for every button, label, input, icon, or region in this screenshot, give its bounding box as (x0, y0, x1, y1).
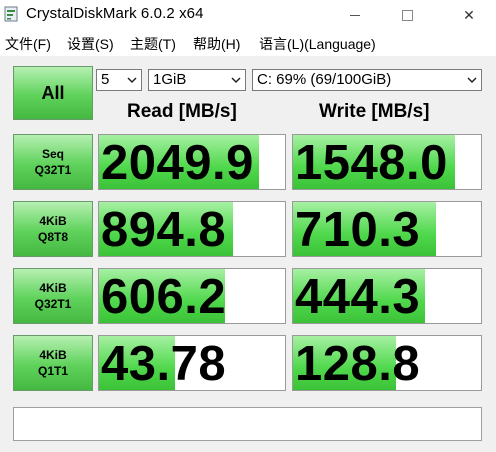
test-label-line1: 4KiB (39, 214, 67, 228)
menu-settings[interactable]: 设置(S) (67, 34, 114, 54)
read-result-value: 894.8 (101, 203, 227, 257)
read-result-value: 43.78 (101, 337, 227, 391)
window-title: CrystalDiskMark 6.0.2 x64 (26, 5, 204, 22)
write-result-cell: 1548.0 (292, 134, 482, 190)
menu-help[interactable]: 帮助(H) (193, 34, 240, 54)
all-tests-label: All (41, 82, 65, 103)
minimize-icon (350, 14, 360, 16)
close-button[interactable]: ✕ (446, 0, 492, 30)
test-button-4kib-q32t1[interactable]: 4KiB Q32T1 (13, 268, 93, 324)
menu-file[interactable]: 文件(F) (5, 34, 51, 54)
read-column-header: Read [MB/s] (127, 101, 237, 122)
test-label-line2: Q32T1 (34, 297, 72, 311)
write-result-cell: 444.3 (292, 268, 482, 324)
read-result-cell: 894.8 (98, 201, 286, 257)
menu-theme[interactable]: 主题(T) (130, 34, 176, 54)
menu-language[interactable]: 语言(L)(Language) (259, 34, 376, 54)
read-result-cell: 2049.9 (98, 134, 286, 190)
write-result-value: 710.3 (295, 203, 421, 257)
write-result-value: 128.8 (295, 337, 421, 391)
test-button-4kib-q8t8[interactable]: 4KiB Q8T8 (13, 201, 93, 257)
test-size-select[interactable]: 1GiB (148, 69, 246, 91)
test-label-line1: Seq (41, 147, 64, 161)
test-label-line1: 4KiB (39, 281, 67, 295)
all-tests-button[interactable]: All (13, 66, 93, 120)
menu-bar: 文件(F) 设置(S) 主题(T) 帮助(H) 语言(L)(Language) (0, 30, 496, 56)
maximize-button[interactable] (384, 0, 430, 30)
test-count-select[interactable]: 5 (96, 69, 142, 91)
test-label-line2: Q8T8 (37, 230, 68, 244)
main-panel: All 5 1GiB C: 69% (69/100GiB) Read [MB/s… (0, 56, 496, 452)
comment-field[interactable] (13, 407, 482, 441)
chevron-down-icon (231, 77, 241, 84)
app-window: CrystalDiskMark 6.0.2 x64 ✕ 文件(F) 设置(S) … (0, 0, 496, 452)
read-result-cell: 43.78 (98, 335, 286, 391)
minimize-button[interactable] (332, 0, 378, 30)
test-size-value: 1GiB (153, 71, 187, 88)
test-button-4kib-q1t1[interactable]: 4KiB Q1T1 (13, 335, 93, 391)
write-result-value: 1548.0 (295, 136, 448, 190)
write-column-header: Write [MB/s] (319, 101, 430, 122)
read-result-cell: 606.2 (98, 268, 286, 324)
close-icon: ✕ (463, 6, 475, 23)
test-label-line2: Q1T1 (37, 364, 68, 378)
test-label-line1: 4KiB (39, 348, 67, 362)
chevron-down-icon (127, 77, 137, 84)
test-button-seq-q32t1[interactable]: Seq Q32T1 (13, 134, 93, 190)
read-result-value: 2049.9 (101, 136, 254, 190)
test-count-value: 5 (101, 71, 110, 88)
test-label-line2: Q32T1 (34, 163, 72, 177)
title-bar: CrystalDiskMark 6.0.2 x64 ✕ (0, 0, 496, 30)
drive-value: C: 69% (69/100GiB) (257, 71, 392, 88)
drive-select[interactable]: C: 69% (69/100GiB) (252, 69, 482, 91)
write-result-cell: 128.8 (292, 335, 482, 391)
write-result-cell: 710.3 (292, 201, 482, 257)
read-result-value: 606.2 (101, 270, 227, 324)
crystaldiskmark-icon (4, 6, 18, 22)
write-result-value: 444.3 (295, 270, 421, 324)
chevron-down-icon (467, 77, 477, 84)
maximize-icon (401, 9, 413, 21)
